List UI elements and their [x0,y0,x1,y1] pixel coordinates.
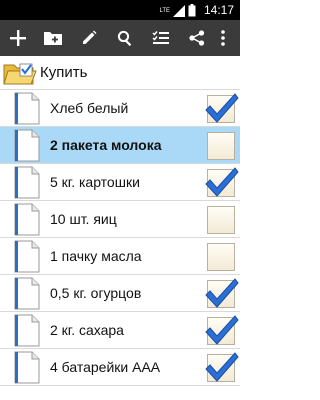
document-icon [14,240,40,273]
list-item[interactable]: 5 кг. картошки [0,164,240,201]
checkmark-icon [205,352,239,382]
item-label: 2 кг. сахара [50,322,124,338]
document-icon [14,166,40,199]
search-button[interactable] [110,20,140,56]
item-label: 5 кг. картошки [50,174,140,190]
status-time: 14:17 [203,3,234,17]
checklist-icon [152,31,169,44]
document-icon [14,314,40,347]
list-item[interactable]: 2 кг. сахара [0,312,240,349]
list-item[interactable]: 4 батарейки AAA [0,349,240,386]
item-checkbox[interactable] [207,132,235,160]
item-label: Хлеб белый [50,100,129,116]
document-icon [14,92,40,125]
checklist-button[interactable] [146,20,176,56]
item-label: 4 батарейки AAA [50,359,161,375]
list-item[interactable]: 0,5 кг. огурцов [0,275,240,312]
status-bar: LTE 14:17 [0,0,240,20]
item-label: 10 шт. яиц [50,211,117,227]
network-type-label: LTE [159,7,170,14]
item-label: 1 пачку масла [50,248,142,264]
list-item-selected[interactable]: 2 пакета молока [0,127,240,164]
item-label: 0,5 кг. огурцов [50,285,142,301]
document-icon [14,277,40,310]
list-item[interactable]: 1 пачку масла [0,238,240,275]
toolbar [0,20,240,56]
add-folder-icon [44,32,62,45]
share-icon [189,30,205,46]
folder-row[interactable]: Купить [0,56,240,90]
folder-label: Купить [40,64,88,81]
item-label: 2 пакета молока [50,137,162,153]
list-item[interactable]: Хлеб белый [0,90,240,127]
document-icon [14,203,40,236]
edit-button[interactable] [74,20,104,56]
open-folder-icon [3,63,37,85]
list-item[interactable]: 10 шт. яиц [0,201,240,238]
overflow-menu-button[interactable] [208,20,238,56]
add-folder-button[interactable] [38,20,68,56]
document-icon [14,129,40,162]
item-checkbox[interactable] [207,243,235,271]
document-icon [14,351,40,384]
plus-icon [10,30,26,46]
checkmark-icon [205,315,239,345]
add-item-button[interactable] [3,20,33,56]
item-checkbox[interactable] [207,206,235,234]
battery-icon [188,4,196,17]
checkmark-icon [205,93,239,123]
checkmark-icon [205,278,239,308]
checkmark-icon [205,167,239,197]
overflow-menu-icon [221,30,225,46]
pencil-icon [83,30,97,44]
search-icon [117,30,132,46]
status-icons: LTE [159,4,196,17]
signal-icon [173,4,185,17]
